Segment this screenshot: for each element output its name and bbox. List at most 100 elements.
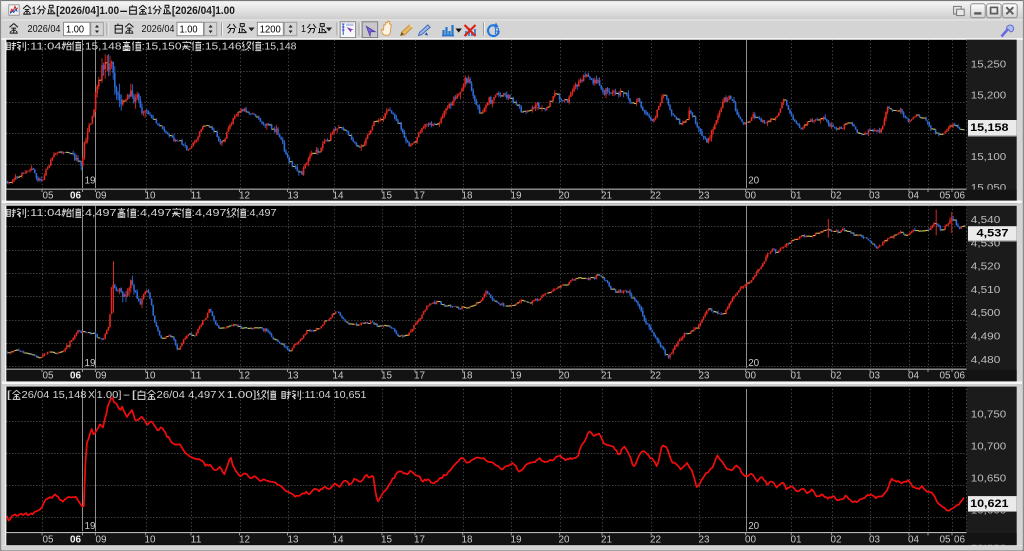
svg-text::15,148: :15,148 bbox=[82, 41, 123, 52]
svg-text::11:04: :11:04 bbox=[27, 208, 63, 219]
svg-text:19: 19 bbox=[511, 190, 522, 201]
svg-text:14: 14 bbox=[333, 190, 344, 201]
svg-text:2026/04: 2026/04 bbox=[142, 24, 175, 35]
svg-text:26/04 15,148: 26/04 15,148 bbox=[22, 390, 87, 401]
svg-text:22: 22 bbox=[650, 534, 661, 545]
svg-text:1.00: 1.00 bbox=[180, 24, 198, 35]
svg-text::15,148: :15,148 bbox=[262, 41, 297, 52]
svg-text::11:04: :11:04 bbox=[27, 41, 63, 52]
svg-text:22: 22 bbox=[650, 190, 661, 201]
svg-text:10: 10 bbox=[145, 371, 156, 382]
svg-text:20: 20 bbox=[559, 534, 570, 545]
svg-text:23: 23 bbox=[699, 534, 710, 545]
svg-text:01: 01 bbox=[791, 371, 802, 382]
svg-text:17: 17 bbox=[414, 534, 425, 545]
svg-text:18: 18 bbox=[462, 371, 473, 382]
svg-text:11: 11 bbox=[191, 534, 202, 545]
svg-text:18: 18 bbox=[462, 534, 473, 545]
svg-text:[: [ bbox=[132, 390, 137, 401]
svg-text:05: 05 bbox=[940, 371, 951, 382]
svg-text:00: 00 bbox=[745, 190, 756, 201]
svg-text:02: 02 bbox=[831, 371, 842, 382]
svg-text::15,146: :15,146 bbox=[202, 41, 243, 52]
svg-text:18: 18 bbox=[462, 190, 473, 201]
svg-text:13: 13 bbox=[288, 534, 299, 545]
svg-text:17: 17 bbox=[414, 371, 425, 382]
svg-text:12: 12 bbox=[239, 190, 250, 201]
svg-text:-: - bbox=[119, 5, 129, 17]
svg-text:4,490: 4,490 bbox=[971, 332, 1001, 343]
svg-text:03: 03 bbox=[869, 190, 880, 201]
svg-text:19: 19 bbox=[85, 358, 96, 369]
svg-text:10,621: 10,621 bbox=[970, 498, 1008, 510]
svg-text:-: - bbox=[123, 390, 131, 401]
svg-text:20: 20 bbox=[559, 190, 570, 201]
svg-text:12: 12 bbox=[239, 534, 250, 545]
svg-text:15: 15 bbox=[381, 190, 392, 201]
svg-text:4,537: 4,537 bbox=[977, 228, 1009, 240]
svg-text:03: 03 bbox=[869, 371, 880, 382]
svg-text:X: X bbox=[88, 390, 95, 401]
svg-text:05: 05 bbox=[940, 190, 951, 201]
svg-text:15: 15 bbox=[381, 534, 392, 545]
svg-text:12: 12 bbox=[239, 371, 250, 382]
svg-text:20: 20 bbox=[748, 358, 759, 369]
svg-text:03: 03 bbox=[869, 534, 880, 545]
svg-text:14: 14 bbox=[333, 534, 344, 545]
svg-text:05: 05 bbox=[43, 371, 54, 382]
svg-text:06: 06 bbox=[954, 534, 965, 545]
svg-text:06: 06 bbox=[954, 190, 965, 201]
svg-text:22: 22 bbox=[650, 371, 661, 382]
svg-text:19: 19 bbox=[511, 371, 522, 382]
svg-text::4,497: :4,497 bbox=[137, 208, 173, 219]
svg-text:[2026/04]1.00: [2026/04]1.00 bbox=[56, 5, 119, 17]
svg-text:19: 19 bbox=[85, 521, 96, 532]
svg-text:02: 02 bbox=[831, 190, 842, 201]
svg-text:00: 00 bbox=[745, 371, 756, 382]
svg-text:04: 04 bbox=[908, 190, 919, 201]
svg-text::4,497: :4,497 bbox=[82, 208, 118, 219]
svg-text:15: 15 bbox=[381, 371, 392, 382]
svg-text:1.00]: 1.00] bbox=[97, 390, 122, 401]
svg-text:20: 20 bbox=[748, 176, 759, 187]
svg-text:10,700: 10,700 bbox=[971, 441, 1007, 452]
svg-text:10,650: 10,650 bbox=[971, 474, 1007, 485]
svg-text:19: 19 bbox=[85, 176, 96, 187]
svg-text:00: 00 bbox=[745, 534, 756, 545]
svg-text::15,150: :15,150 bbox=[142, 41, 183, 52]
svg-text:17: 17 bbox=[414, 190, 425, 201]
svg-text:04: 04 bbox=[908, 534, 919, 545]
svg-text:[2026/04]1.00: [2026/04]1.00 bbox=[172, 5, 235, 17]
svg-text:2026/04: 2026/04 bbox=[28, 24, 61, 35]
svg-text:13: 13 bbox=[288, 190, 299, 201]
svg-text:09: 09 bbox=[96, 534, 107, 545]
svg-text:21: 21 bbox=[601, 534, 612, 545]
svg-text:R: R bbox=[495, 26, 500, 36]
svg-text:1: 1 bbox=[148, 5, 152, 17]
svg-text:10: 10 bbox=[145, 534, 156, 545]
svg-text:4,520: 4,520 bbox=[971, 262, 1001, 273]
svg-text:01: 01 bbox=[791, 534, 802, 545]
svg-text:4,510: 4,510 bbox=[971, 285, 1001, 296]
svg-text:X: X bbox=[218, 390, 225, 401]
svg-text:09: 09 bbox=[96, 371, 107, 382]
svg-text:4,480: 4,480 bbox=[971, 355, 1001, 366]
svg-text:20: 20 bbox=[748, 521, 759, 532]
svg-text:21: 21 bbox=[601, 371, 612, 382]
svg-text:02: 02 bbox=[831, 534, 842, 545]
svg-text:06: 06 bbox=[70, 371, 81, 382]
svg-text:21: 21 bbox=[601, 190, 612, 201]
svg-text:20: 20 bbox=[559, 371, 570, 382]
svg-text:05: 05 bbox=[43, 534, 54, 545]
svg-text:10,750: 10,750 bbox=[971, 410, 1007, 421]
svg-text:05: 05 bbox=[940, 534, 951, 545]
svg-text:1.00]: 1.00] bbox=[227, 390, 257, 401]
svg-text:10: 10 bbox=[145, 190, 156, 201]
svg-text:05: 05 bbox=[43, 190, 54, 201]
svg-text:1200: 1200 bbox=[260, 24, 281, 35]
svg-text:06: 06 bbox=[954, 371, 965, 382]
svg-text::4,497: :4,497 bbox=[247, 208, 277, 219]
svg-text::4,497: :4,497 bbox=[192, 208, 228, 219]
svg-text:06: 06 bbox=[70, 534, 81, 545]
svg-text:04: 04 bbox=[908, 371, 919, 382]
